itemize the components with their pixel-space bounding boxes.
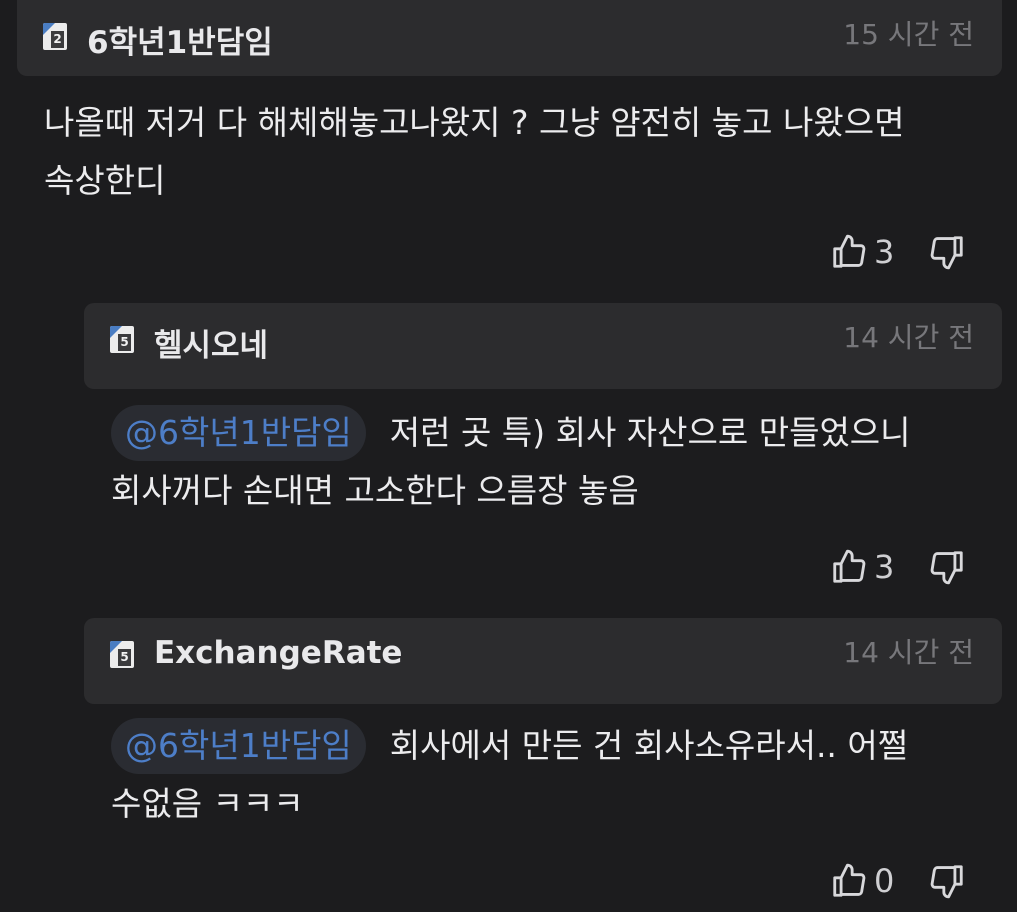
comment-text-line: @6학년1반담임 회사에서 만든 건 회사소유라서.. 어쩔 — [111, 717, 908, 775]
comment-body: @6학년1반담임 회사에서 만든 건 회사소유라서.. 어쩔 수없음 ㅋㅋㅋ — [111, 717, 908, 833]
dislike-button[interactable] — [928, 862, 966, 900]
vote-bar: 3 — [830, 547, 966, 587]
comment-text-line: 속상한디 — [44, 161, 166, 200]
comment-text: 회사에서 만든 건 회사소유라서.. 어쩔 — [389, 726, 909, 765]
comment-author[interactable]: 6학년1반담임 — [87, 17, 273, 62]
level-badge-icon: 5 — [110, 641, 134, 668]
comment-header: 2 6학년1반담임 15 시간 전 — [17, 0, 1002, 76]
like-button[interactable]: 3 — [830, 548, 928, 586]
comment-text: 저런 곳 특) 회사 자산으로 만들었으니 — [389, 413, 911, 452]
like-count: 3 — [874, 548, 895, 586]
like-count: 3 — [874, 233, 895, 271]
comment-text-line: 나올때 저거 다 해체해놓고나왔지 ? 그냥 얌전히 놓고 나왔으면 — [44, 103, 905, 142]
like-count: 0 — [874, 862, 895, 900]
dislike-button[interactable] — [928, 233, 966, 271]
dislike-button[interactable] — [928, 548, 966, 586]
thumbs-up-icon — [833, 549, 866, 583]
comment-author[interactable]: ExchangeRate — [154, 635, 402, 671]
thumbs-down-icon — [931, 551, 964, 585]
thumbs-down-icon — [931, 236, 964, 270]
comment-body: @6학년1반담임 저런 곳 특) 회사 자산으로 만들었으니 회사꺼다 손대면 고… — [111, 404, 911, 520]
mention-tag[interactable]: @6학년1반담임 — [111, 718, 366, 774]
comment-author[interactable]: 헬시오네 — [154, 320, 268, 365]
comment-text-line: 수없음 ㅋㅋㅋ — [111, 784, 304, 823]
vote-bar: 3 — [830, 232, 966, 272]
comment-text-line: @6학년1반담임 저런 곳 특) 회사 자산으로 만들었으니 — [111, 404, 911, 462]
thumbs-up-icon — [833, 234, 866, 268]
comment-text-line: 회사꺼다 손대면 고소한다 으름장 놓음 — [111, 471, 639, 510]
comment-header: 5 ExchangeRate 14 시간 전 — [84, 618, 1002, 704]
level-badge-icon: 5 — [110, 326, 134, 353]
mention-tag[interactable]: @6학년1반담임 — [111, 405, 366, 461]
comment-header: 5 헬시오네 14 시간 전 — [84, 303, 1002, 389]
comment-time: 15 시간 전 — [843, 18, 974, 51]
like-button[interactable]: 0 — [830, 862, 928, 900]
thumbs-up-icon — [833, 863, 866, 897]
thumbs-down-icon — [931, 865, 964, 899]
comment-1: 2 6학년1반담임 15 시간 전 나올때 저거 다 해체해놓고나왔지 ? 그냥… — [0, 0, 1017, 290]
level-badge-icon: 2 — [43, 23, 67, 50]
comment-time: 14 시간 전 — [843, 636, 974, 669]
comment-time: 14 시간 전 — [843, 321, 974, 354]
like-button[interactable]: 3 — [830, 233, 928, 271]
comment-body: 나올때 저거 다 해체해놓고나왔지 ? 그냥 얌전히 놓고 나왔으면 속상한디 — [44, 94, 904, 210]
vote-bar: 0 — [830, 861, 966, 901]
